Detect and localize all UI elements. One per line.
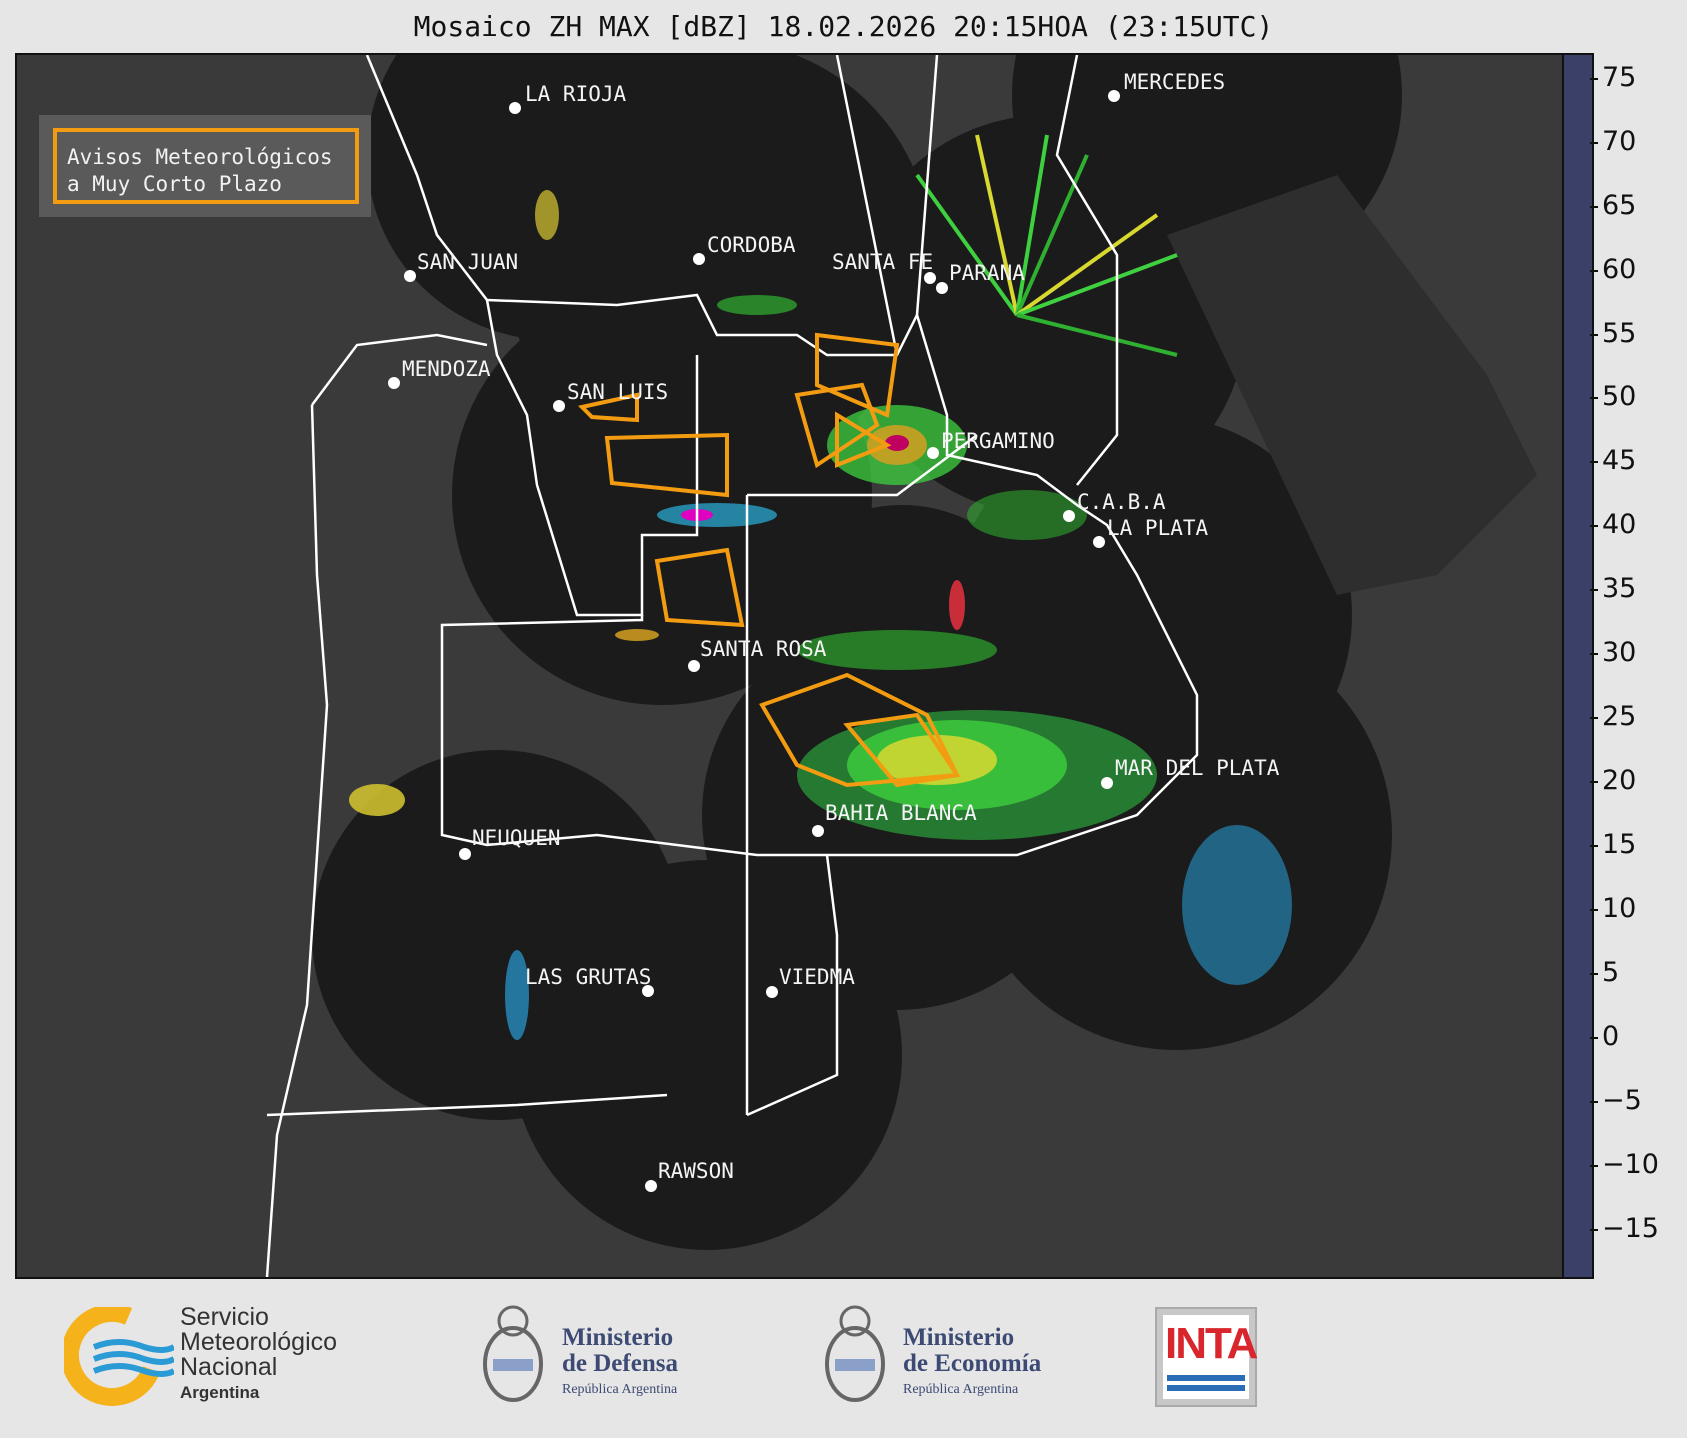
city-label-mendoza: MENDOZA: [402, 357, 491, 381]
colorbar-tick: [1590, 1165, 1598, 1168]
city-label-la-rioja: LA RIOJA: [525, 82, 627, 106]
warnings-legend-text: Avisos Meteorológicos a Muy Corto Plazo: [67, 144, 333, 198]
city-label-mercedes: MERCEDES: [1124, 70, 1225, 94]
radar-map-canvas: LA RIOJA MERCEDES SAN JUAN CORDOBA SANTA…: [265, 55, 1537, 1277]
colorbar-tick-label: 25: [1602, 701, 1637, 733]
map-title: Mosaico ZH MAX [dBZ] 18.02.2026 20:15HOA…: [413, 10, 1274, 43]
inta-logo: INTA: [1155, 1307, 1258, 1407]
city-label-rawson: RAWSON: [658, 1159, 734, 1183]
colorbar-tick: [1590, 525, 1598, 528]
smn-logo-text: Servicio Meteorológico Nacional Argentin…: [180, 1305, 337, 1405]
colorbar-tick-label: −5: [1602, 1085, 1642, 1117]
city-label-bahia-blanca: BAHIA BLANCA: [825, 801, 977, 825]
colorbar-tick-label: 65: [1602, 189, 1637, 221]
colorbar-tick-label: 15: [1602, 829, 1637, 861]
colorbar-tick: [1590, 589, 1598, 592]
colorbar-tick: [1590, 845, 1598, 848]
colorbar-tick-label: 0: [1602, 1021, 1620, 1053]
warnings-legend-line1: Avisos Meteorológicos: [67, 145, 333, 169]
colorbar-tick: [1590, 77, 1598, 80]
warnings-legend-border: Avisos Meteorológicos a Muy Corto Plazo: [53, 128, 359, 204]
smn-logo-icon: [64, 1307, 174, 1406]
city-label-santa-rosa: SANTA ROSA: [700, 637, 827, 661]
city-label-la-plata: LA PLATA: [1107, 516, 1209, 540]
colorbar-tick: [1590, 269, 1598, 272]
city-label-parana: PARANA: [949, 261, 1025, 285]
colorbar-tick: [1590, 909, 1598, 912]
colorbar-tick: [1590, 1229, 1598, 1232]
footer-logos: Servicio Meteorológico Nacional Argentin…: [0, 1277, 1687, 1438]
colorbar-tick: [1590, 397, 1598, 400]
colorbar-tick-label: 40: [1602, 509, 1637, 541]
colorbar-tick: [1590, 717, 1598, 720]
reflectivity-colorbar: [1562, 53, 1594, 1279]
colorbar-tick: [1590, 781, 1598, 784]
colorbar-tick-label: 20: [1602, 765, 1637, 797]
colorbar-tick-label: 50: [1602, 381, 1637, 413]
colorbar-tick-label: −15: [1602, 1213, 1659, 1245]
coat-of-arms-icon: [483, 1305, 543, 1402]
radar-map[interactable]: LA RIOJA MERCEDES SAN JUAN CORDOBA SANTA…: [15, 53, 1565, 1279]
defensa-line2: de Defensa: [562, 1350, 678, 1377]
colorbar-tick: [1590, 141, 1598, 144]
colorbar-tick-label: 60: [1602, 253, 1637, 285]
city-label-santa-fe: SANTA FE: [832, 250, 933, 274]
colorbar-tick-label: 55: [1602, 317, 1637, 349]
warnings-legend-line2: a Muy Corto Plazo: [67, 172, 282, 196]
colorbar-tick-label: 10: [1602, 893, 1637, 925]
economia-line3: República Argentina: [903, 1382, 1019, 1397]
colorbar-tick-label: 45: [1602, 445, 1637, 477]
city-label-cordoba: CORDOBA: [707, 233, 796, 257]
colorbar-tick: [1590, 333, 1598, 336]
defensa-line3: República Argentina: [562, 1382, 678, 1397]
defensa-line1: Ministerio: [562, 1324, 674, 1351]
inta-logo-text: INTA: [1165, 1319, 1258, 1368]
economia-line1: Ministerio: [903, 1324, 1015, 1351]
colorbar-tick-label: 5: [1602, 957, 1620, 989]
city-label-mar-del-plata: MAR DEL PLATA: [1115, 756, 1280, 780]
colorbar-tick: [1590, 653, 1598, 656]
colorbar-tick: [1590, 205, 1598, 208]
colorbar-tick: [1590, 973, 1598, 976]
colorbar-tick-label: 35: [1602, 573, 1637, 605]
city-label-neuquen: NEUQUEN: [472, 826, 561, 850]
colorbar-tick-label: 70: [1602, 125, 1637, 157]
city-label-viedma: VIEDMA: [779, 965, 855, 989]
colorbar-tick-label: 75: [1602, 61, 1637, 93]
colorbar-tick: [1590, 1101, 1598, 1104]
city-label-caba: C.A.B.A: [1077, 490, 1166, 514]
colorbar-tick-label: 30: [1602, 637, 1637, 669]
colorbar-tick: [1590, 1037, 1598, 1040]
defensa-logo-text: Ministerio de Defensa República Argentin…: [562, 1325, 678, 1403]
city-label-san-luis: SAN LUIS: [567, 380, 668, 404]
city-label-san-juan: SAN JUAN: [417, 250, 518, 274]
city-label-pergamino: PERGAMINO: [941, 429, 1055, 453]
colorbar-tick-label: −10: [1602, 1149, 1659, 1181]
economia-logo-text: Ministerio de Economía República Argenti…: [903, 1325, 1041, 1403]
city-label-las-grutas: LAS GRUTAS: [525, 965, 651, 989]
economia-line2: de Economía: [903, 1350, 1042, 1377]
smn-line2: Meteorológico: [180, 1328, 338, 1356]
smn-line3: Nacional: [180, 1353, 278, 1381]
coat-of-arms-icon: [825, 1305, 885, 1402]
warnings-legend: Avisos Meteorológicos a Muy Corto Plazo: [39, 115, 371, 217]
colorbar-tick: [1590, 461, 1598, 464]
smn-line4: Argentina: [180, 1383, 260, 1402]
smn-line1: Servicio: [180, 1303, 269, 1331]
